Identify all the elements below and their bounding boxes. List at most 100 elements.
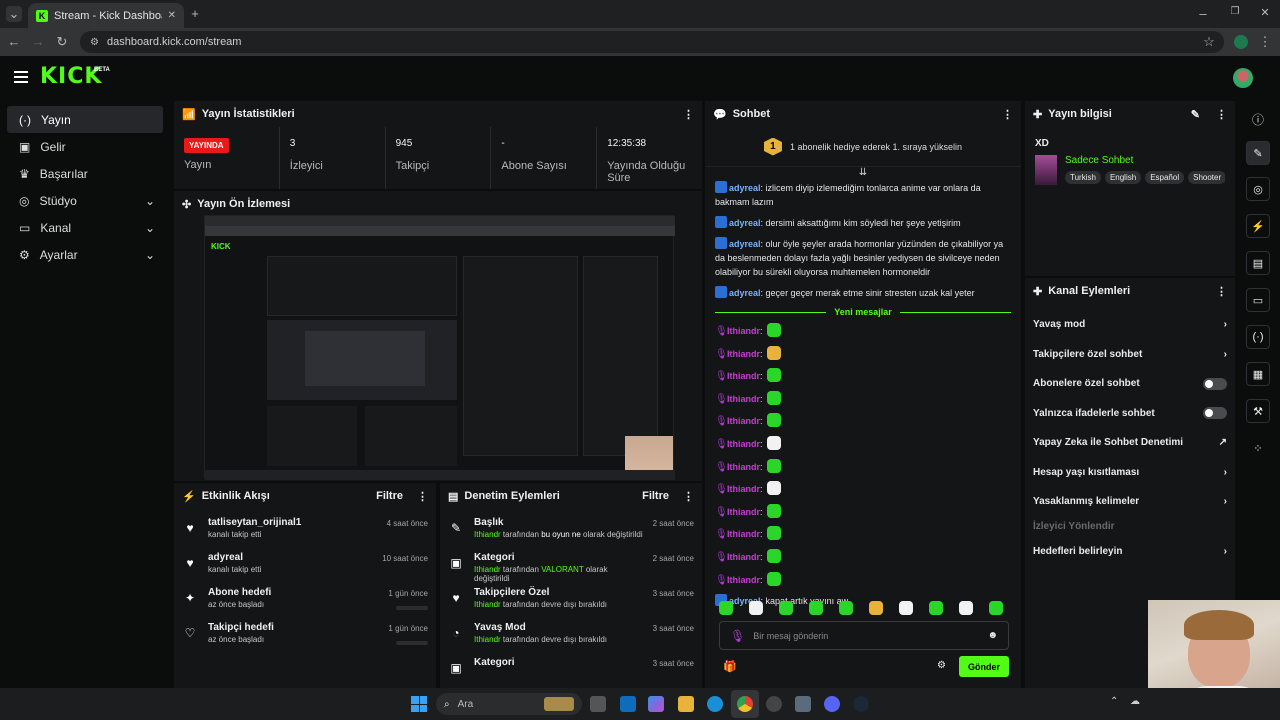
tag-chip[interactable]: Shooter [1188, 171, 1225, 184]
forward-icon[interactable]: → [30, 34, 46, 49]
action-emotes-only[interactable]: Yalnızca ifadelerle sohbet [1025, 399, 1235, 429]
nav-basarilar[interactable]: ♛ Başarılar [7, 160, 163, 187]
browser-tab[interactable]: K Stream - Kick Dashboard ✕ [28, 3, 184, 28]
browser-menu-icon[interactable]: ⋮ [1259, 34, 1272, 50]
file-explorer-icon[interactable] [678, 696, 694, 712]
nav-studyo[interactable]: ◎ Stüdyo ⌄ [7, 187, 163, 214]
filter-button[interactable]: Filtre [376, 490, 403, 502]
chat-username[interactable]: Ithiandr [727, 416, 760, 426]
tray-chevron-icon[interactable]: ⌃ [1110, 696, 1118, 707]
chat-username[interactable]: Ithiandr [727, 394, 760, 404]
preview-video[interactable]: KICK [204, 215, 675, 480]
tools-widget-icon[interactable]: ⚒ [1246, 399, 1270, 423]
action-followers-only[interactable]: Takipçilere özel sohbet › [1025, 340, 1235, 370]
chat-username[interactable]: Ithiandr [727, 462, 760, 472]
bookmark-star-icon[interactable]: ☆ [1202, 34, 1216, 50]
back-icon[interactable]: ← [6, 34, 22, 49]
activity-widget-icon[interactable]: ⚡ [1246, 214, 1270, 238]
quick-emote-icon[interactable] [869, 601, 883, 615]
minimize-icon[interactable]: – [1196, 6, 1210, 21]
stats-widget-icon[interactable]: ▦ [1246, 362, 1270, 386]
chat-widget-icon[interactable]: ▭ [1246, 288, 1270, 312]
nav-kanal[interactable]: ▭ Kanal ⌄ [7, 214, 163, 241]
close-tab-icon[interactable]: ✕ [168, 10, 176, 21]
chat-gift-banner[interactable]: 1 1 abonelik hediye ederek 1. sıraya yük… [705, 127, 1021, 167]
info-icon[interactable]: ⓘ [1240, 101, 1276, 137]
nav-gelir[interactable]: ▣ Gelir [7, 133, 163, 160]
cloud-icon[interactable]: ☁ [1130, 696, 1140, 707]
quick-emote-icon[interactable] [929, 601, 943, 615]
more-options-icon[interactable]: ⋮ [683, 108, 694, 121]
category-name[interactable]: Sadece Sohbet [1065, 155, 1225, 166]
chat-username[interactable]: Ithiandr [727, 575, 760, 585]
action-goals[interactable]: Hedefleri belirleyin › [1025, 537, 1235, 567]
action-account-age[interactable]: Hesap yaşı kısıtlaması › [1025, 458, 1235, 488]
tag-chip[interactable]: Español [1145, 171, 1185, 184]
chat-username[interactable]: Ithiandr [727, 349, 760, 359]
action-ai-moderation[interactable]: Yapay Zeka ile Sohbet Denetimi ↗ [1025, 428, 1235, 458]
reload-icon[interactable]: ↻ [54, 34, 70, 50]
maximize-icon[interactable]: ❐ [1228, 6, 1242, 17]
preview-widget-icon[interactable]: ◎ [1246, 177, 1270, 201]
chat-username[interactable]: Ithiandr [727, 552, 760, 562]
site-info-icon[interactable]: ⚙ [90, 37, 99, 48]
quick-emote-icon[interactable] [719, 601, 733, 615]
discord-icon[interactable] [824, 696, 840, 712]
chat-username[interactable]: adyreal [729, 239, 761, 249]
nav-yayin[interactable]: (·) Yayın [7, 106, 163, 133]
gift-icon[interactable]: 🎁 [723, 660, 737, 673]
chat-username[interactable]: adyreal [729, 288, 761, 298]
chat-username[interactable]: Ithiandr [727, 507, 760, 517]
tag-chip[interactable]: Turkish [1065, 171, 1101, 184]
quick-emote-icon[interactable] [899, 601, 913, 615]
task-view-icon[interactable] [590, 696, 606, 712]
copilot-icon[interactable] [648, 696, 664, 712]
quick-emote-icon[interactable] [959, 601, 973, 615]
user-avatar[interactable] [1233, 68, 1253, 88]
new-messages-divider[interactable]: Yeni mesajlar [705, 307, 1021, 317]
windows-start-icon[interactable] [411, 696, 427, 712]
category-thumbnail[interactable] [1035, 155, 1057, 185]
tag-chip[interactable]: English [1104, 171, 1142, 184]
more-options-icon[interactable]: ⋮ [417, 490, 428, 503]
more-options-icon[interactable]: ⋮ [1216, 285, 1227, 298]
tab-search-icon[interactable]: ⌄ [6, 6, 22, 22]
subscribers-only-toggle[interactable] [1203, 377, 1227, 390]
chat-username[interactable]: Ithiandr [727, 371, 760, 381]
emoji-picker-icon[interactable]: ☻ [987, 630, 998, 641]
chat-input[interactable]: 🎙 Bir mesaj gönderin ☻ [719, 621, 1009, 650]
hamburger-menu-icon[interactable] [14, 71, 28, 83]
chrome-active-tile[interactable] [731, 690, 759, 718]
moderation-widget-icon[interactable]: ▤ [1246, 251, 1270, 275]
app-icon[interactable] [795, 696, 811, 712]
quick-emote-icon[interactable] [839, 601, 853, 615]
emotes-only-toggle[interactable] [1203, 407, 1227, 420]
quick-emote-icon[interactable] [989, 601, 1003, 615]
chat-username[interactable]: Ithiandr [727, 484, 760, 494]
chat-username[interactable]: Ithiandr [727, 529, 760, 539]
quick-emote-icon[interactable] [749, 601, 763, 615]
quick-emote-icon[interactable] [809, 601, 823, 615]
taskbar-search[interactable]: ⌕ Ara [436, 693, 582, 715]
steam-icon[interactable] [853, 696, 869, 712]
more-widgets-icon[interactable]: ⁘ [1246, 436, 1270, 460]
broadcast-widget-icon[interactable]: (·) [1246, 325, 1270, 349]
more-options-icon[interactable]: ⋮ [1002, 108, 1013, 121]
close-window-icon[interactable]: ✕ [1258, 6, 1272, 19]
profile-icon[interactable] [1234, 35, 1248, 49]
edit-layout-icon[interactable]: ✎ [1246, 141, 1270, 165]
chat-username[interactable]: adyreal [729, 218, 761, 228]
scroll-down-icon[interactable]: ⇊ [705, 167, 1021, 181]
filter-button[interactable]: Filtre [642, 490, 669, 502]
more-options-icon[interactable]: ⋮ [683, 490, 694, 503]
send-button[interactable]: Gönder [959, 656, 1009, 677]
url-field[interactable]: ⚙ dashboard.kick.com/stream [80, 31, 1224, 53]
chat-username[interactable]: adyreal [729, 183, 761, 193]
more-options-icon[interactable]: ⋮ [1216, 108, 1227, 121]
nav-ayarlar[interactable]: ⚙ Ayarlar ⌄ [7, 241, 163, 268]
chat-settings-icon[interactable]: ⚙ [937, 660, 946, 671]
edge-icon[interactable] [707, 696, 723, 712]
chat-username[interactable]: Ithiandr [727, 326, 760, 336]
action-subscribers-only[interactable]: Abonelere özel sohbet [1025, 369, 1235, 399]
edit-pencil-icon[interactable]: ✎ [1191, 108, 1200, 121]
